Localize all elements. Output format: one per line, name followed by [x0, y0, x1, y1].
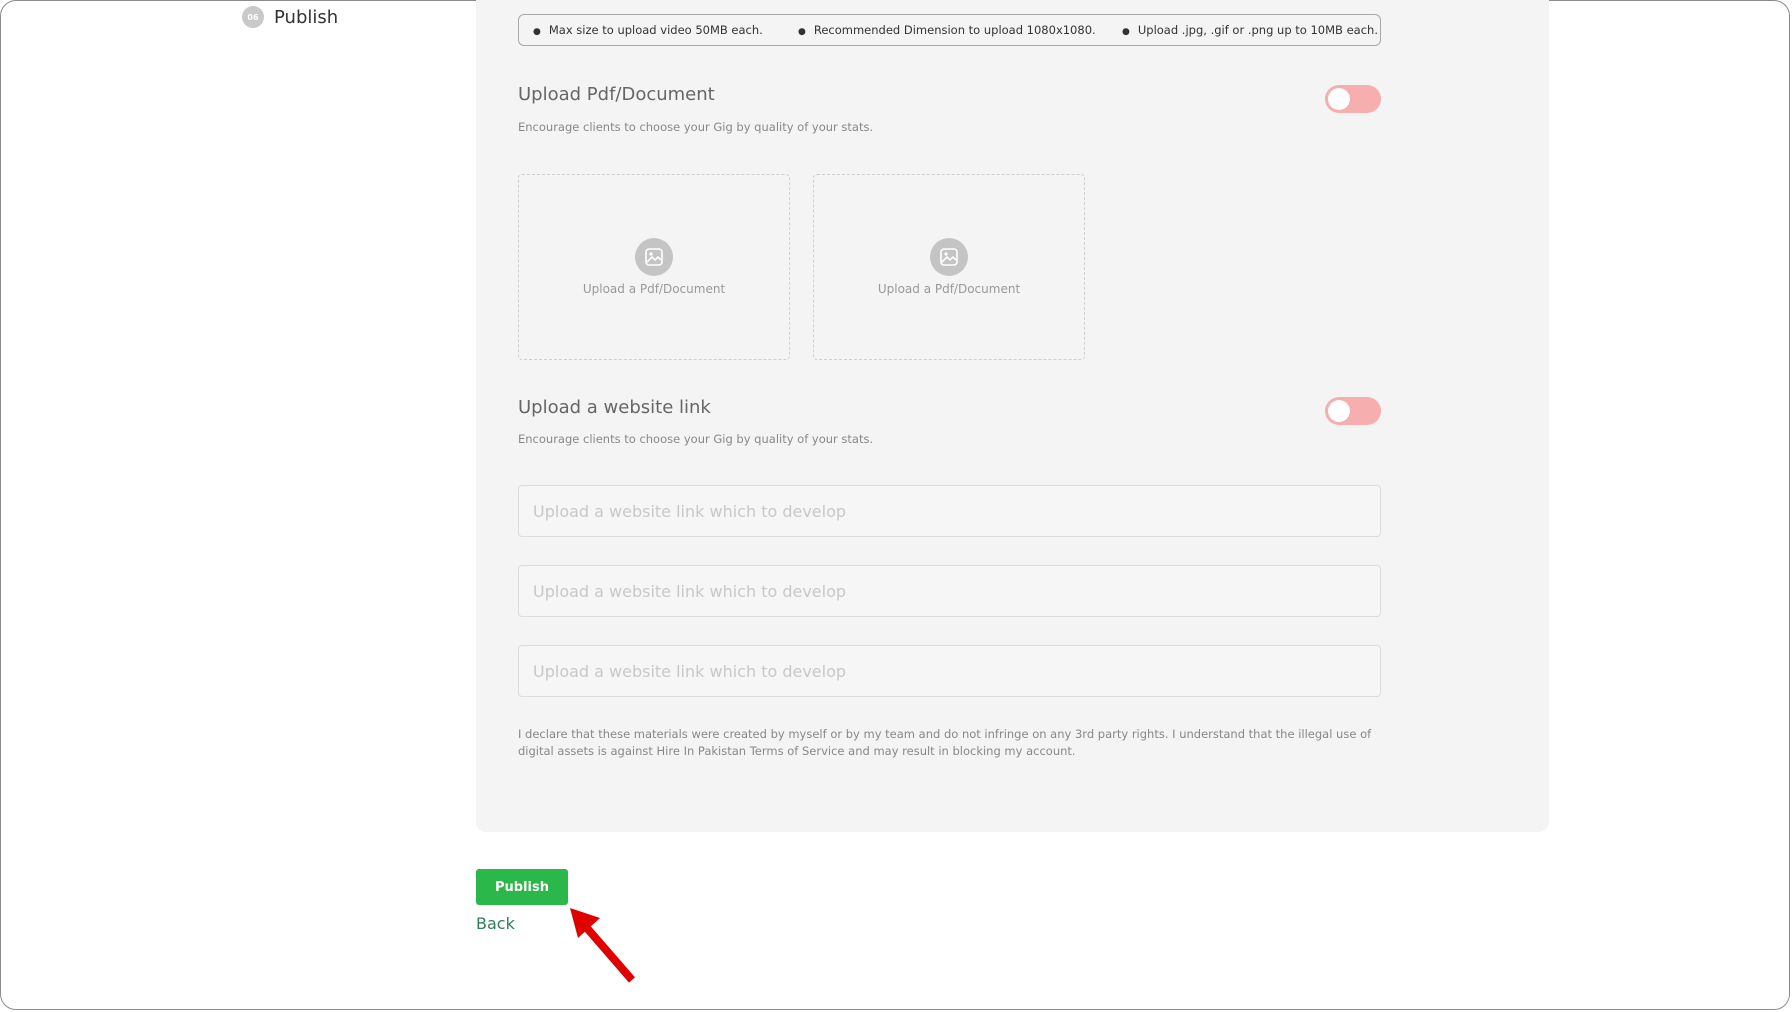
website-link-input-3[interactable] — [518, 645, 1381, 697]
note-item: ● Recommended Dimension to upload 1080x10… — [798, 23, 1096, 37]
sidebar-step-publish[interactable]: 06 Publish — [242, 6, 338, 28]
step-number-badge: 06 — [242, 6, 264, 28]
image-upload-icon — [930, 238, 968, 276]
gig-gallery-panel: ● Max size to upload video 50MB each. ● Re… — [476, 0, 1549, 832]
publish-button[interactable]: Publish — [476, 869, 568, 905]
website-link-input-1[interactable] — [518, 485, 1381, 537]
pdf-upload-toggle[interactable] — [1325, 85, 1381, 113]
website-link-input-2[interactable] — [518, 565, 1381, 617]
dropzone-label: Upload a Pdf/Document — [877, 282, 1021, 296]
red-arrow-icon — [570, 908, 636, 983]
toggle-knob — [1328, 88, 1350, 110]
note-item: ● Max size to upload video 50MB each. — [533, 23, 763, 37]
pdf-upload-dropzone[interactable]: Upload a Pdf/Document — [813, 174, 1085, 360]
pdf-upload-dropzone[interactable]: Upload a Pdf/Document — [518, 174, 790, 360]
note-item: ● Upload .jpg, .gif or .png up to 10MB ea… — [1122, 23, 1378, 37]
dropzone-label: Upload a Pdf/Document — [582, 282, 726, 296]
upload-requirements-note: ● Max size to upload video 50MB each. ● Re… — [518, 14, 1381, 46]
pdf-section-title: Upload Pdf/Document — [518, 84, 715, 105]
link-section-description: Encourage clients to choose your Gig by … — [518, 432, 874, 446]
step-label: Publish — [274, 6, 339, 28]
image-upload-icon — [635, 238, 673, 276]
link-section-title: Upload a website link — [518, 397, 711, 418]
website-link-toggle[interactable] — [1325, 397, 1381, 425]
declaration-text: I declare that these materials were crea… — [518, 727, 1372, 758]
back-link[interactable]: Back — [476, 914, 515, 933]
pdf-section-description: Encourage clients to choose your Gig by … — [518, 120, 874, 134]
toggle-knob — [1328, 400, 1350, 422]
